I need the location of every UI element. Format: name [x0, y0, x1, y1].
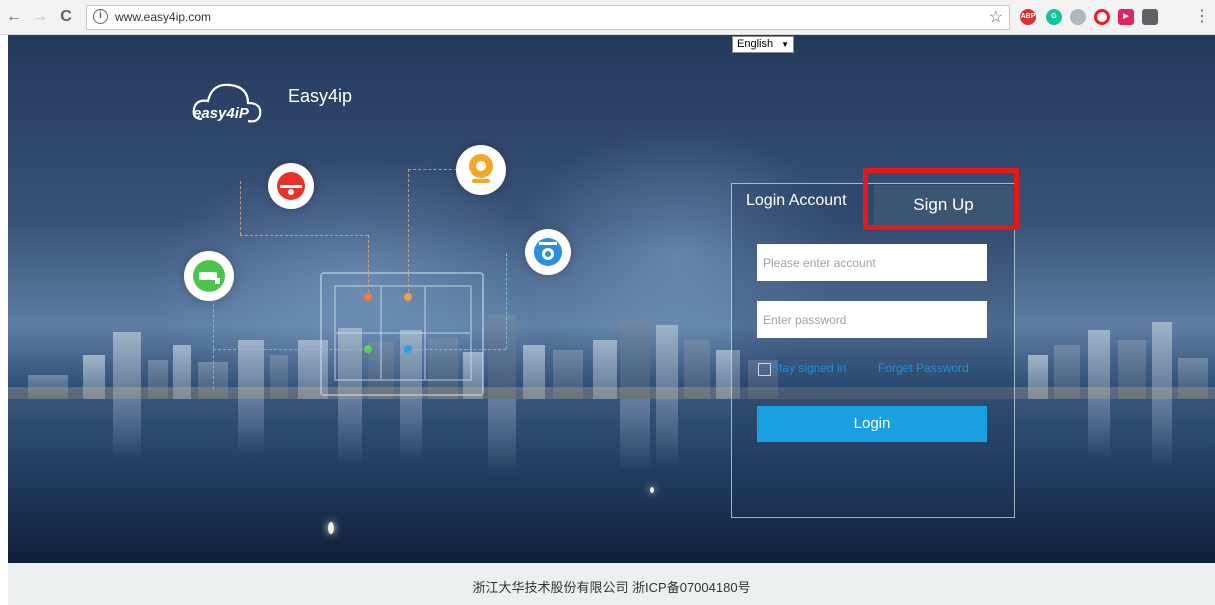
connection-dot [364, 345, 372, 353]
tab-login-account[interactable]: Login Account [746, 192, 847, 210]
connection-dot [364, 293, 372, 301]
footer: 浙江大华技术股份有限公司 浙ICP备07004180号 [8, 563, 1215, 605]
connection-dot [404, 345, 412, 353]
light-glow [650, 487, 654, 493]
easy4ip-logo: easy4iP [190, 77, 270, 132]
nvr-panel-grid [334, 285, 472, 381]
login-button[interactable]: Login [757, 406, 987, 442]
bookmark-star-icon[interactable]: ☆ [989, 7, 1003, 27]
opera-icon[interactable] [1094, 9, 1110, 25]
browser-menu-icon[interactable]: ⋮ [1194, 6, 1210, 26]
reload-icon[interactable]: C [56, 7, 76, 27]
bullet-camera-icon [184, 251, 234, 301]
connection-dot [404, 293, 412, 301]
info-icon[interactable]: i [93, 9, 108, 24]
hero-banner: easy4iP Easy4ip English ▼ Login Account S… [8, 35, 1215, 563]
browser-toolbar: ← → C i www.easy4ip.com ☆ ABP G ▶ ⋮ [0, 0, 1215, 35]
cloud-icon[interactable] [1070, 9, 1086, 25]
brand-name: Easy4ip [288, 86, 353, 106]
back-icon[interactable]: ← [4, 7, 24, 27]
adblock-plus-icon[interactable]: ABP [1020, 9, 1036, 25]
footer-copyright: 浙江大华技术股份有限公司 浙ICP备07004180号 [472, 580, 751, 595]
light-glow [328, 522, 334, 534]
waterline [8, 387, 1215, 399]
tab-sign-up[interactable]: Sign Up [874, 185, 1013, 225]
webcam-icon [456, 145, 506, 195]
caret-down-icon: ▼ [781, 40, 789, 49]
logo-wordmark: easy4iP [193, 105, 249, 122]
forward-icon[interactable]: → [30, 7, 50, 27]
stay-signed-in-label[interactable]: Stay signed in [771, 361, 846, 375]
account-input[interactable] [757, 244, 987, 281]
forget-password-link[interactable]: Forget Password [878, 361, 969, 375]
language-value: English [737, 38, 774, 50]
stay-signed-in-checkbox[interactable] [758, 363, 771, 376]
password-input[interactable] [757, 301, 987, 338]
city-skyline [8, 285, 1215, 400]
grammarly-icon[interactable]: G [1046, 9, 1062, 25]
url-text[interactable]: www.easy4ip.com [115, 10, 211, 24]
login-panel [731, 183, 1015, 518]
dome-camera-icon [268, 163, 314, 209]
fisheye-camera-icon [525, 229, 571, 275]
extension-icon[interactable] [1142, 9, 1158, 25]
language-select[interactable]: English ▼ [732, 36, 794, 53]
address-bar[interactable]: i www.easy4ip.com ☆ [86, 5, 1010, 30]
video-icon[interactable]: ▶ [1118, 9, 1134, 25]
water-reflection [8, 399, 1215, 563]
